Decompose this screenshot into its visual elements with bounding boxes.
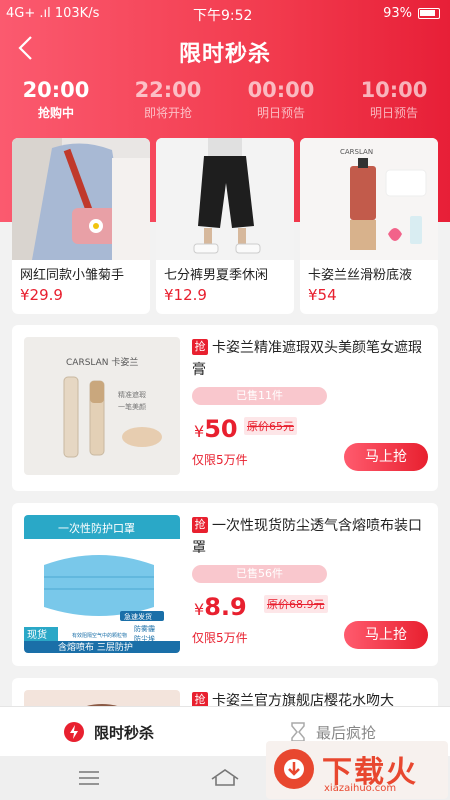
item-price: ¥50 [194,415,238,443]
timeslot-time: 10:00 [360,78,428,102]
image-ship-text: 急速发货 [124,612,152,621]
item-title-text: 一次性现货防尘透气含熔喷布装口罩 [192,518,422,556]
tab-label: 限时秒杀 [94,723,155,742]
timeslot-time: 00:00 [247,78,315,102]
tab-label: 最后疯抢 [316,723,377,742]
watermark-url: xiazaihuo.com [324,783,397,794]
item-title-text: 卡姿兰精准遮瑕双头美颜笔女遮瑕膏 [192,340,422,378]
flash-icon [64,722,84,742]
product-image-foundation: CARSLAN [300,138,438,260]
image-bottom-text: 含熔喷布 三层防护 [58,641,133,653]
flash-sale-item[interactable]: 一次性防护口罩 急速发货 防雾霾 防尘埃 现货 有效阻隔空气中的颗粒物 含熔喷布… [12,503,438,666]
buy-now-button[interactable]: 马上抢 [344,621,428,649]
image-header-text: 一次性防护口罩 [58,521,135,535]
currency: ¥ [194,422,205,441]
download-icon [274,749,314,789]
product-name: 网红同款小雏菊手 [20,268,125,283]
top-product-card[interactable]: 网红同款小雏菊手 ¥29.9 [12,138,150,314]
price-value: 50 [204,415,238,443]
product-image-bag [12,138,150,260]
image-brand-text: CARSLAN 卡姿兰 [66,356,138,368]
item-price: ¥8.9 [194,593,247,621]
timeslot-time: 20:00 [22,78,90,102]
image-note: 有效阻隔空气中的颗粒物 [72,632,127,639]
timeslot-tab-4[interactable]: 10:00 明日预告 [338,78,450,121]
status-time: 下午9:52 [193,8,253,24]
flash-tag: 抢 [192,339,208,355]
top-product-card[interactable]: 七分裤男夏季休闲 ¥12.9 [156,138,294,314]
timeslot-tab-2[interactable]: 22:00 即将开抢 [112,78,224,121]
image-stock-badge: 现货 [27,628,47,641]
top-product-card[interactable]: CARSLAN 卡姿兰丝滑粉底液 ¥54 [300,138,438,314]
timeslot-label: 抢购中 [37,106,74,120]
timeslot-label: 明日预告 [369,106,418,120]
watermark-logo: 下载火 xiazaihuo.com [266,741,448,799]
sold-count-bar: 已售56件 [192,565,327,583]
tab-flash-sale[interactable]: 限时秒杀 [64,707,154,757]
flash-tag: 抢 [192,517,208,533]
svg-text:CARSLAN: CARSLAN [340,148,373,156]
timeslot-label: 即将开抢 [143,106,192,120]
image-note-2: 一笔美颜 [118,402,146,411]
product-name: 七分裤男夏季休闲 [164,268,269,283]
stock-limit: 仅限5万件 [192,631,248,645]
item-image-mask: 一次性防护口罩 急速发货 防雾霾 防尘埃 现货 有效阻隔空气中的颗粒物 含熔喷布… [24,515,180,653]
battery-percent: 93% [383,6,412,21]
item-title[interactable]: 抢卡姿兰精准遮瑕双头美颜笔女遮瑕膏 [192,337,428,381]
stock-limit: 仅限5万件 [192,453,248,467]
original-price: 原价65元 [244,417,297,435]
timeslot-tab-1[interactable]: 20:00 抢购中 [0,78,112,121]
flash-sale-item[interactable]: CARSLAN 卡姿兰 精准遮瑕 一笔美颜 抢卡姿兰精准遮瑕双头美颜笔女遮瑕膏 … [12,325,438,491]
product-name: 卡姿兰丝滑粉底液 [308,268,413,283]
image-feature-1: 防雾霾 [134,624,155,633]
hourglass-icon [291,722,305,742]
status-bar: 4G+ .ıl 103K/s 下午9:52 93% [0,0,450,28]
timeslot-label: 明日预告 [256,106,305,120]
menu-icon[interactable] [78,770,100,786]
currency: ¥ [194,600,205,619]
timeslot-time: 22:00 [134,78,202,102]
original-price: 原价68.9元 [264,595,328,613]
status-left: 4G+ .ıl 103K/s [6,6,100,21]
timeslot-tab-3[interactable]: 00:00 明日预告 [225,78,337,121]
sold-count-bar: 已售11件 [192,387,327,405]
price-value: 8.9 [204,593,247,621]
item-title[interactable]: 抢一次性现货防尘透气含熔喷布装口罩 [192,515,428,559]
battery-icon [418,8,440,19]
product-image-pants [156,138,294,260]
page-title: 限时秒杀 [178,42,271,67]
item-image-concealer: CARSLAN 卡姿兰 精准遮瑕 一笔美颜 [24,337,180,475]
image-note-1: 精准遮瑕 [118,390,146,399]
product-price: ¥29.9 [20,286,63,304]
home-icon[interactable] [210,767,240,787]
product-price: ¥12.9 [164,286,207,304]
buy-now-button[interactable]: 马上抢 [344,443,428,471]
product-price: ¥54 [308,286,337,304]
